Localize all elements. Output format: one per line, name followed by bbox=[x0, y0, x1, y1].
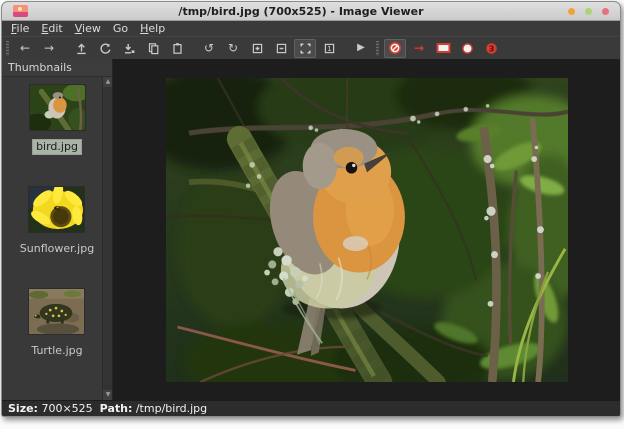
window-title: /tmp/bird.jpg (700x525) - Image Viewer bbox=[42, 5, 560, 18]
copy-button[interactable] bbox=[142, 39, 164, 58]
copy-icon bbox=[147, 42, 160, 55]
thumb-label-turtle[interactable]: Turtle.jpg bbox=[28, 344, 85, 358]
open-button[interactable] bbox=[70, 39, 92, 58]
slideshow-button[interactable]: ▶ bbox=[350, 39, 372, 58]
zoom-out-button[interactable] bbox=[270, 39, 292, 58]
svg-text:3: 3 bbox=[488, 44, 494, 53]
annotations-off-button[interactable] bbox=[384, 39, 406, 58]
back-icon: ← bbox=[20, 42, 30, 54]
toolbar: ← → bbox=[2, 36, 620, 59]
window-controls bbox=[568, 8, 609, 15]
thumb-label-sunflower[interactable]: Sunflower.jpg bbox=[17, 242, 97, 256]
red-rectangle-icon bbox=[436, 42, 451, 54]
path-label: Path: bbox=[100, 402, 133, 415]
zoom-fit-button[interactable] bbox=[294, 39, 316, 58]
turtle-thumbnail[interactable] bbox=[28, 288, 85, 335]
zoom-fit-icon bbox=[299, 42, 312, 55]
list-item-bird[interactable]: bird.jpg bbox=[29, 84, 86, 154]
no-entry-icon bbox=[388, 41, 402, 55]
menu-help[interactable]: Help bbox=[134, 21, 171, 36]
sunflower-thumbnail[interactable] bbox=[28, 186, 85, 233]
scroll-down-button[interactable]: ▼ bbox=[103, 390, 112, 400]
rotate-right-button[interactable]: ↻ bbox=[222, 39, 244, 58]
forward-button[interactable]: → bbox=[38, 39, 60, 58]
open-icon bbox=[75, 42, 88, 55]
paste-icon bbox=[171, 42, 184, 55]
zoom-in-icon bbox=[251, 42, 264, 55]
save-button[interactable] bbox=[118, 39, 140, 58]
menu-edit[interactable]: Edit bbox=[35, 21, 68, 36]
zoom-original-button[interactable]: 1 bbox=[318, 39, 340, 58]
menu-go[interactable]: Go bbox=[107, 21, 134, 36]
scroll-up-button[interactable]: ▲ bbox=[103, 77, 112, 87]
list-item-sunflower[interactable]: Sunflower.jpg bbox=[17, 186, 97, 256]
toolbar-grip-2[interactable] bbox=[376, 41, 379, 56]
rotate-left-icon: ↺ bbox=[204, 42, 214, 54]
sidebar-scrollbar[interactable]: ▲ ▼ bbox=[102, 77, 112, 400]
maximize-button[interactable] bbox=[585, 8, 592, 15]
thumb-label-bird[interactable]: bird.jpg bbox=[33, 140, 81, 154]
content-area: Thumbnails bbox=[2, 59, 620, 400]
svg-text:1: 1 bbox=[327, 45, 331, 53]
paste-button[interactable] bbox=[166, 39, 188, 58]
annotation-count-badge[interactable]: 3 bbox=[480, 39, 502, 58]
annotation-rectangle-button[interactable] bbox=[432, 39, 454, 58]
rotate-left-button[interactable]: ↺ bbox=[198, 39, 220, 58]
count-badge-icon: 3 bbox=[485, 42, 498, 55]
menu-file[interactable]: File bbox=[5, 21, 35, 36]
sidebar-title: Thumbnails bbox=[2, 59, 112, 76]
toolbar-grip[interactable] bbox=[6, 41, 9, 56]
minimize-button[interactable] bbox=[568, 8, 575, 15]
app-icon bbox=[13, 5, 28, 17]
red-ellipse-icon bbox=[461, 42, 474, 55]
statusbar: Size: 700×525 Path: /tmp/bird.jpg bbox=[2, 400, 620, 416]
close-button[interactable] bbox=[602, 8, 609, 15]
thumbnails-sidebar: Thumbnails bbox=[2, 59, 113, 400]
rotate-right-icon: ↻ bbox=[228, 42, 238, 54]
image-viewer-window: /tmp/bird.jpg (700x525) - Image Viewer F… bbox=[1, 1, 621, 417]
annotation-ellipse-button[interactable] bbox=[456, 39, 478, 58]
save-icon bbox=[123, 42, 136, 55]
red-arrow-icon: → bbox=[414, 42, 424, 54]
play-icon: ▶ bbox=[357, 43, 365, 53]
zoom-in-button[interactable] bbox=[246, 39, 268, 58]
path-value: /tmp/bird.jpg bbox=[132, 402, 207, 415]
zoom-out-icon bbox=[275, 42, 288, 55]
reload-icon bbox=[99, 42, 112, 55]
list-item-turtle[interactable]: Turtle.jpg bbox=[28, 288, 85, 358]
menu-view[interactable]: View bbox=[69, 21, 107, 36]
zoom-original-icon: 1 bbox=[323, 42, 336, 55]
titlebar[interactable]: /tmp/bird.jpg (700x525) - Image Viewer bbox=[2, 2, 620, 21]
forward-icon: → bbox=[44, 42, 54, 54]
size-label: Size: bbox=[8, 402, 38, 415]
back-button[interactable]: ← bbox=[14, 39, 36, 58]
displayed-image bbox=[166, 78, 568, 382]
annotation-arrow-button[interactable]: → bbox=[408, 39, 430, 58]
image-canvas[interactable] bbox=[113, 59, 620, 400]
bird-thumbnail[interactable] bbox=[29, 84, 86, 131]
reload-button[interactable] bbox=[94, 39, 116, 58]
thumbnail-list: bird.jpg bbox=[2, 76, 112, 400]
menubar: File Edit View Go Help bbox=[2, 21, 620, 36]
size-value: 700×525 bbox=[38, 402, 100, 415]
